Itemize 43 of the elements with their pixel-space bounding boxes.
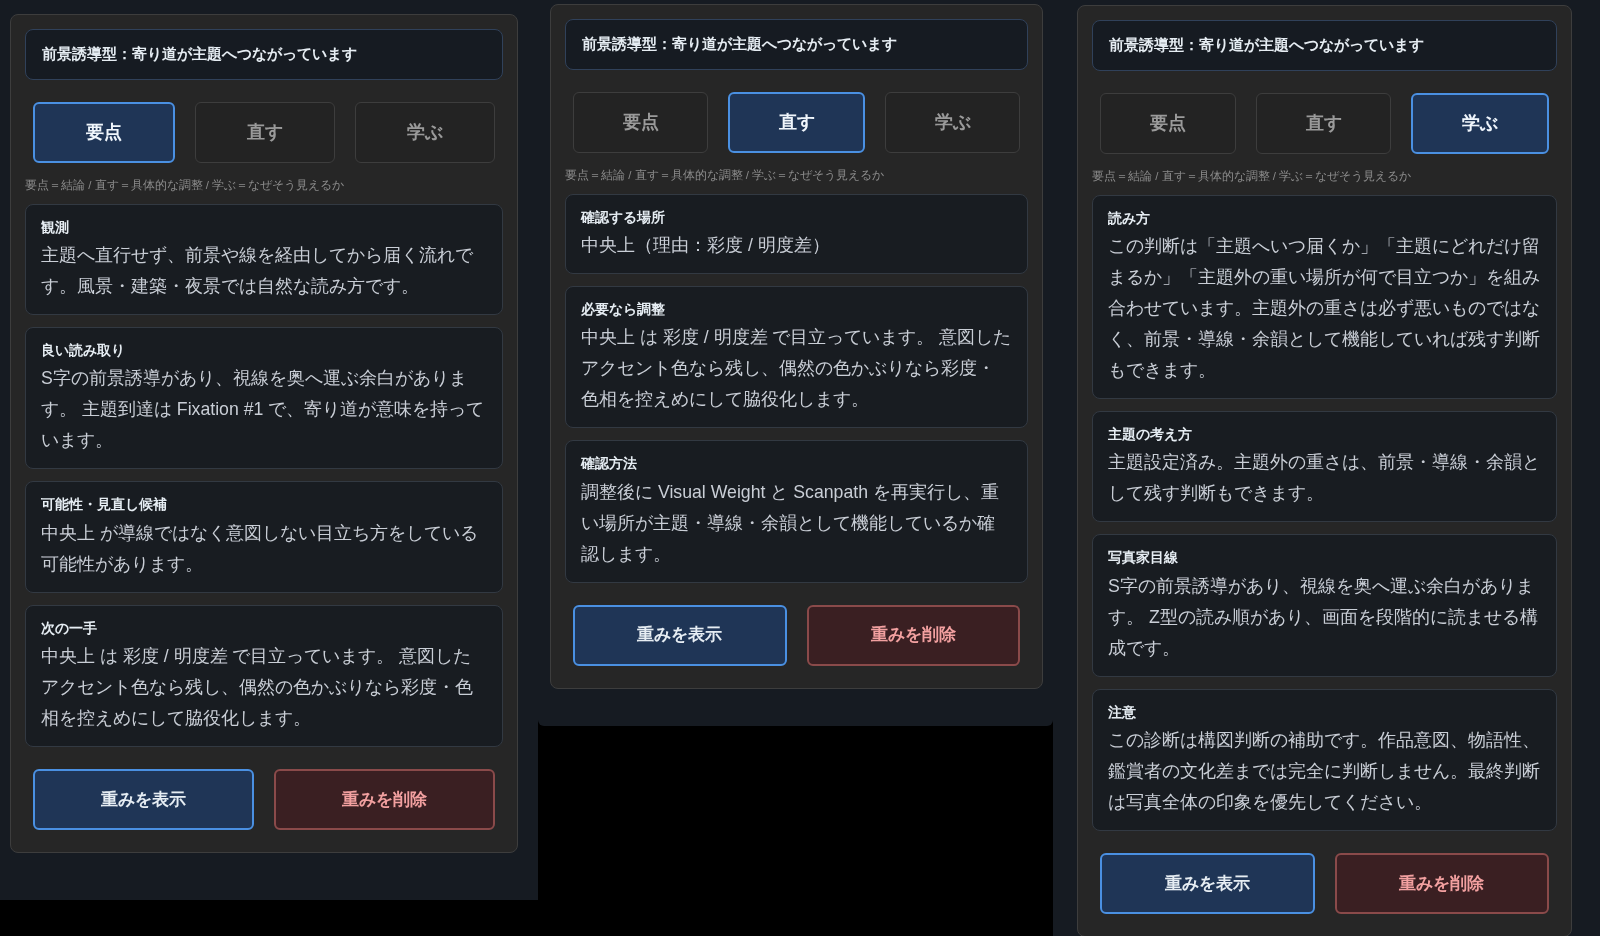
card-text: 中央上 は 彩度 / 明度差 で目立っています。 意図したアクセント色なら残し、偶然の色かぶりなら彩度・色相を控えめにして脇役化します。 xyxy=(41,644,474,730)
show-weights-button[interactable]: 重みを表示 xyxy=(1100,852,1315,914)
card-text: 中央上 が導線ではなく意図しない目立ち方をしている可能性があります。 xyxy=(41,521,479,576)
card-heading: 確認方法 xyxy=(581,455,638,474)
tab[interactable]: 要点 xyxy=(33,101,175,163)
card-heading: 次の一手 xyxy=(41,619,98,638)
card-text: 調整後に Visual Weight と Scanpath を再実行し、重い場所が主題・導線・余韻として機能しているか確認します。 xyxy=(581,480,1000,566)
card-text: 中央上 は 彩度 / 明度差 で目立っています。 意図したアクセント色なら残し、偶然の色かぶりなら彩度・色相を控えめにして脇役化します。 xyxy=(581,326,1012,412)
tab[interactable]: 要点 xyxy=(1100,92,1236,154)
card-heading: 良い読み取り xyxy=(41,342,126,360)
tab[interactable]: 学ぶ xyxy=(355,101,495,163)
tab-hint: 要点＝結論 / 直す＝具体的な調整 / 学ぶ＝なぜそう見えるか xyxy=(565,167,886,184)
delete-weights-button[interactable]: 重みを削除 xyxy=(1334,852,1549,914)
result-title: 前景誘導型：寄り道が主題へつながっています xyxy=(1092,20,1557,71)
card-heading: 必要なら調整 xyxy=(581,301,666,319)
card-heading: 注意 xyxy=(1108,703,1137,722)
card-heading: 写真家目線 xyxy=(1108,549,1179,568)
card-text: 中央上（理由：彩度 / 明度差） xyxy=(581,234,831,257)
card-text: 主題設定済み。主題外の重さは、前景・導線・余韻として残す判断もできます。 xyxy=(1108,451,1541,506)
tab[interactable]: 直す xyxy=(195,101,335,163)
tab[interactable]: 要点 xyxy=(573,91,708,153)
delete-weights-button[interactable]: 重みを削除 xyxy=(806,604,1020,666)
card-text: この判断は「主題へいつ届くか」「主題にどれだけ留まるか」「主題外の重い場所が何で目立つか」を組み合わせています。主題外の重さは必ず悪いものではなく、前景・導線・余韻として機能していれば残す判断もできます。 xyxy=(1108,235,1541,382)
card-text: S字の前景誘導があり、視線を奥へ運ぶ余白があります。 主題到達は Fixation #1 で、寄り道が意味を持っています。 xyxy=(41,367,486,453)
card-text: 主題へ直行せず、前景や線を経由してから届く流れです。風景・建築・夜景では自然な読み方です。 xyxy=(41,244,474,298)
delete-weights-button[interactable]: 重みを削除 xyxy=(274,768,495,830)
tab-hint: 要点＝結論 / 直す＝具体的な調整 / 学ぶ＝なぜそう見えるか xyxy=(1092,168,1413,185)
tab[interactable]: 直す xyxy=(728,91,865,153)
result-title: 前景誘導型：寄り道が主題へつながっています xyxy=(25,29,503,80)
result-title: 前景誘導型：寄り道が主題へつながっています xyxy=(565,19,1028,70)
show-weights-button[interactable]: 重みを表示 xyxy=(33,768,254,830)
tab-hint: 要点＝結論 / 直す＝具体的な調整 / 学ぶ＝なぜそう見えるか xyxy=(25,177,346,194)
card-heading: 観測 xyxy=(41,218,70,237)
card-heading: 主題の考え方 xyxy=(1108,426,1193,444)
card-heading: 可能性・見直し候補 xyxy=(41,496,168,515)
show-weights-button[interactable]: 重みを表示 xyxy=(573,604,787,666)
tab[interactable]: 直す xyxy=(1255,92,1392,154)
tab[interactable]: 学ぶ xyxy=(885,91,1020,153)
card-text: S字の前景誘導があり、視線を奥へ運ぶ余白があります。 Z型の読み順があり、画面を段階的に読ませる構成です。 xyxy=(1108,574,1539,660)
tab[interactable]: 学ぶ xyxy=(1411,92,1549,154)
card-heading: 読み方 xyxy=(1108,209,1151,228)
card-heading: 確認する場所 xyxy=(581,208,666,227)
card-text: この診断は構図判断の補助です。作品意図、物語性、鑑賞者の文化差までは完全に判断しません。最終判断は写真全体の印象を優先してください。 xyxy=(1108,728,1541,814)
